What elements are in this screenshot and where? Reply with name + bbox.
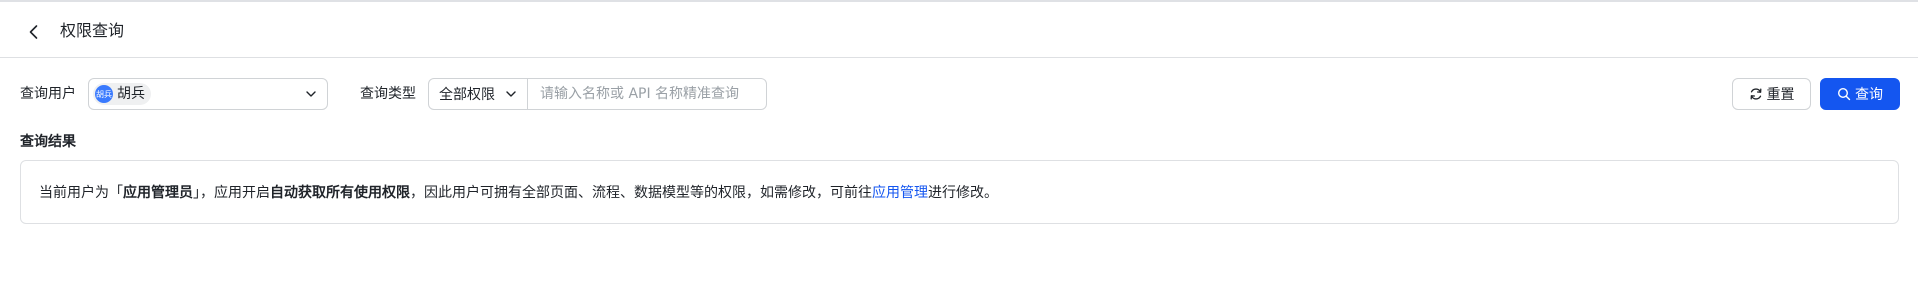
result-text-1: 当前用户为「: [39, 185, 123, 201]
search-icon: [1837, 87, 1851, 101]
result-text-4: 进行修改。: [928, 185, 998, 201]
user-name: 胡兵: [117, 86, 145, 102]
role-name: 应用管理员: [123, 185, 193, 201]
chevron-down-icon: [306, 91, 316, 97]
refresh-icon: [1750, 88, 1761, 100]
page-title: 权限查询: [60, 21, 125, 40]
chevron-down-icon: [506, 91, 516, 97]
query-user-label: 查询用户: [20, 86, 76, 102]
results-heading: 查询结果: [20, 134, 76, 150]
user-tag[interactable]: 胡兵 胡兵: [93, 83, 151, 105]
feature-name: 自动获取所有使用权限: [270, 185, 410, 201]
type-search-group: 全部权限: [428, 78, 767, 110]
query-type-value: 全部权限: [439, 87, 495, 103]
app-management-link[interactable]: 应用管理: [872, 185, 928, 201]
reset-button-label: 重置: [1766, 87, 1795, 103]
query-button-label: 查询: [1855, 87, 1883, 103]
back-button[interactable]: [20, 18, 48, 46]
query-type-label: 查询类型: [360, 86, 416, 102]
reset-button[interactable]: 重置: [1732, 78, 1811, 110]
page-header: 权限查询: [0, 2, 1918, 58]
result-text-2: 」，应用开启: [193, 185, 270, 201]
query-type-select[interactable]: 全部权限: [429, 79, 528, 109]
result-card: 当前用户为「应用管理员」，应用开启自动获取所有使用权限，因此用户可拥有全部页面、…: [20, 160, 1899, 224]
result-message: 当前用户为「应用管理员」，应用开启自动获取所有使用权限，因此用户可拥有全部页面、…: [39, 183, 998, 203]
result-text-3: ，因此用户可拥有全部页面、流程、数据模型等的权限，如需修改，可前往: [410, 185, 872, 201]
query-button[interactable]: 查询: [1820, 78, 1900, 110]
search-input[interactable]: [528, 79, 766, 109]
chevron-left-icon: [29, 25, 38, 39]
avatar: 胡兵: [95, 85, 113, 103]
user-select[interactable]: 胡兵 胡兵: [88, 78, 328, 110]
